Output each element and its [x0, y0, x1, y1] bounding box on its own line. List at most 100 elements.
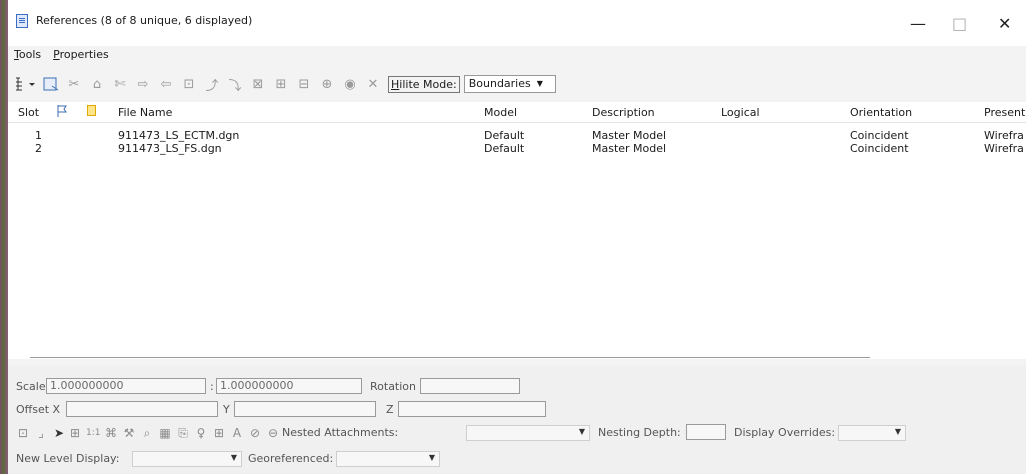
menu-tools[interactable]: Tools — [8, 48, 47, 68]
chevron-down-icon: ▼ — [536, 79, 543, 88]
title-bar: References (8 of 8 unique, 6 displayed) — [8, 0, 1026, 46]
offset-z-label: Z — [386, 403, 394, 416]
clip-mask-icon[interactable]: ⊟ — [294, 75, 314, 93]
detach-icon[interactable]: ✂ — [64, 75, 84, 93]
model-cell: Default — [484, 129, 525, 142]
scale-line-icon[interactable]: 1:1 — [86, 426, 100, 440]
col-slot[interactable]: Slot — [18, 106, 39, 119]
clip-boundary-icon[interactable]: ⊞ — [271, 75, 291, 93]
col-orientation[interactable]: Orientation — [850, 106, 912, 119]
rotate-icon[interactable]: ⤴ — [202, 75, 222, 94]
move-icon[interactable]: ⇨ — [133, 75, 153, 93]
chevron-down-icon: ▼ — [428, 453, 435, 462]
padlock-icon[interactable]: ⊖ — [266, 426, 280, 440]
tool-icon[interactable]: ⚒ — [122, 426, 136, 440]
georeferenced-select[interactable]: ▼ — [336, 451, 440, 467]
attachment-settings-panel: Scale 1.000000000 : 1.000000000 Rotation… — [8, 366, 1026, 474]
description-cell: Master Model — [592, 142, 667, 155]
nested-attachments-select[interactable]: ▼ — [466, 425, 590, 441]
menu-bar: Tools Properties — [8, 48, 115, 68]
presentation-cell: Wirefra — [984, 129, 1024, 142]
offset-y-field[interactable] — [234, 401, 376, 417]
hilite-mode-label: Hilite Mode: — [388, 75, 460, 93]
chevron-down-icon: ▼ — [230, 453, 237, 462]
col-model[interactable]: Model — [484, 106, 517, 119]
slot-cell: 1 — [35, 129, 42, 142]
references-list: 1 911473_LS_ECTM.dgn Default Master Mode… — [8, 123, 1026, 359]
rotation-label: Rotation — [370, 380, 417, 393]
mirror-h-icon[interactable]: ⤵ — [225, 75, 245, 94]
flag-icon[interactable] — [57, 105, 67, 117]
mirror-v-icon[interactable]: ⊠ — [248, 75, 268, 93]
scale-ref-field[interactable]: 1.000000000 — [216, 378, 362, 394]
file-icon[interactable] — [87, 105, 96, 116]
col-presentation[interactable]: Present — [984, 106, 1025, 119]
scale-icon[interactable]: ⊡ — [179, 75, 199, 93]
offset-z-field[interactable] — [398, 401, 546, 417]
copy-icon[interactable]: ⇦ — [156, 75, 176, 93]
offset-x-label: Offset X — [16, 403, 61, 416]
true-scale-icon[interactable]: ⊞ — [68, 426, 82, 440]
table-row[interactable]: 1 911473_LS_ECTM.dgn Default Master Mode… — [8, 129, 1026, 142]
nesting-depth-label: Nesting Depth: — [598, 426, 681, 439]
col-description[interactable]: Description — [592, 106, 655, 119]
slot-cell: 2 — [35, 142, 42, 155]
display-overrides-select[interactable]: ▼ — [838, 425, 906, 441]
clip-front-icon[interactable]: ◉ — [340, 75, 360, 93]
global-lighting-icon[interactable]: ⎘ — [176, 426, 190, 440]
description-cell: Master Model — [592, 129, 667, 142]
col-file-name[interactable]: File Name — [118, 106, 172, 119]
table-row[interactable]: 2 911473_LS_FS.dgn Default Master Model … — [8, 142, 1026, 155]
scale-master-field[interactable]: 1.000000000 — [46, 378, 206, 394]
chevron-down-icon: ▼ — [578, 427, 585, 436]
rotation-field[interactable] — [420, 378, 520, 394]
horizontal-scrollbar[interactable] — [30, 357, 870, 361]
new-level-display-label: New Level Display: — [16, 452, 120, 465]
scale-colon: : — [210, 380, 214, 393]
orientation-cell: Coincident — [850, 129, 909, 142]
exchange-icon[interactable]: ✄ — [110, 75, 130, 93]
references-list-header: Slot File Name Model Description Logical… — [8, 102, 1026, 123]
reload-icon[interactable]: ⌂ — [87, 75, 107, 93]
nested-attachments-label: Nested Attachments: — [282, 426, 399, 439]
tree-view-icon[interactable] — [12, 75, 38, 93]
col-logical[interactable]: Logical — [721, 106, 760, 119]
model-cell: Default — [484, 142, 525, 155]
close-button[interactable]: ✕ — [998, 14, 1011, 33]
toolbar: ✂ ⌂ ✄ ⇨ ⇦ ⊡ ⤴ ⤵ ⊠ ⊞ ⊟ ⊕ ◉ ✕ Hilite Mode:… — [12, 72, 556, 96]
locate-icon[interactable]: ➤ — [52, 426, 66, 440]
raster-icon[interactable]: ⌕ — [140, 426, 154, 440]
treat-as-element-icon[interactable]: ⌘ — [104, 426, 118, 440]
minimize-button[interactable]: — — [910, 14, 926, 33]
orientation-cell: Coincident — [850, 142, 909, 155]
references-window: References (8 of 8 unique, 6 displayed) … — [8, 0, 1026, 474]
lighting-icon[interactable]: ▦ — [158, 426, 172, 440]
presentation-cell: Wirefra — [984, 142, 1024, 155]
file-cell: 911473_LS_FS.dgn — [118, 142, 222, 155]
delete-mask-icon[interactable]: ⊕ — [317, 75, 337, 93]
ignore-icon[interactable]: A — [230, 426, 244, 440]
display-icon[interactable]: ⊡ — [16, 426, 30, 440]
window-title: References (8 of 8 unique, 6 displayed) — [36, 14, 253, 27]
offset-y-label: Y — [223, 403, 230, 416]
lock-icon[interactable]: ⊘ — [248, 426, 262, 440]
offset-x-field[interactable] — [66, 401, 218, 417]
x-clip-icon[interactable]: ✕ — [363, 75, 383, 93]
scale-label: Scale — [16, 380, 46, 393]
hilite-mode-value: Boundaries — [468, 77, 531, 90]
snap-icon[interactable]: ⌟ — [34, 426, 48, 440]
display-overrides-label: Display Overrides: — [734, 426, 836, 439]
new-level-display-select[interactable]: ▼ — [132, 451, 242, 467]
nesting-depth-field[interactable] — [686, 424, 726, 440]
menu-properties[interactable]: Properties — [47, 48, 115, 68]
hilite-mode-select[interactable]: Boundaries ▼ — [463, 75, 556, 93]
maximize-button[interactable]: □ — [952, 14, 967, 33]
attach-reference-icon[interactable] — [41, 75, 61, 93]
left-edge-strip — [0, 0, 8, 474]
file-cell: 911473_LS_ECTM.dgn — [118, 129, 240, 142]
references-app-icon — [16, 14, 28, 28]
georeferenced-label: Georeferenced: — [248, 452, 334, 465]
level-icon[interactable]: ♀ — [194, 426, 208, 440]
chevron-down-icon: ▼ — [894, 427, 901, 436]
text-icon[interactable]: ⊞ — [212, 426, 226, 440]
